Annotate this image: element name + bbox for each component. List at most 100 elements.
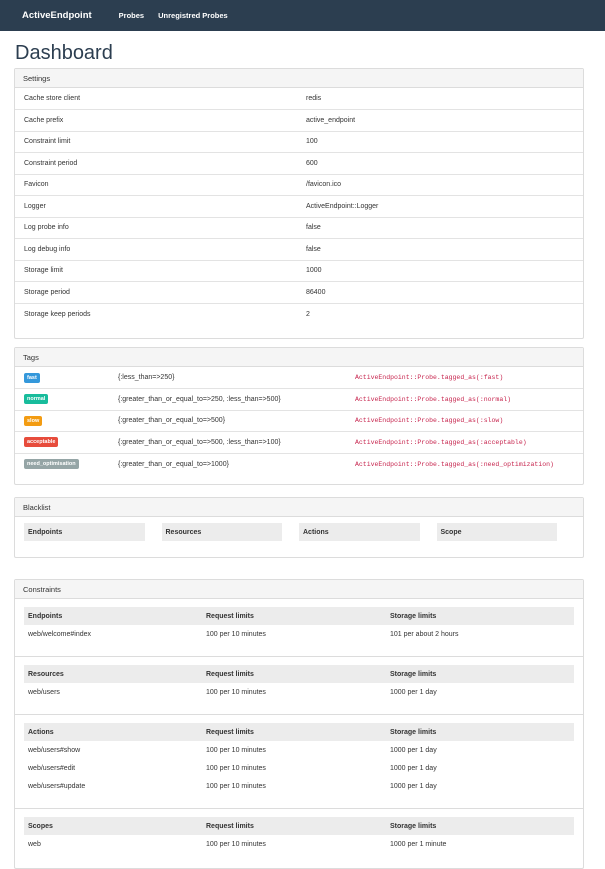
constraint-column-header: Storage limits xyxy=(390,822,437,830)
constraint-column-header: Resources xyxy=(28,670,64,678)
navbar: ActiveEndpoint Probes Unregistred Probes xyxy=(0,0,605,31)
blacklist-panel: Blacklist Endpoints Resources Actions Scope xyxy=(14,497,584,558)
constraint-table-header: Actions Request limits Storage limits xyxy=(24,723,574,741)
setting-value: 100 xyxy=(306,130,583,153)
tag-code: ActiveEndpoint::Probe.tagged_as(:fast) xyxy=(355,374,504,381)
settings-row: Storage period 86400 xyxy=(15,281,583,303)
setting-key: Cache prefix xyxy=(15,109,306,131)
constraint-row: web/users 100 per 10 minutes 1000 per 1 da… xyxy=(24,683,574,701)
settings-table: Cache store client redis Cache prefix activ… xyxy=(15,88,583,325)
tag-label-cell: fast xyxy=(15,367,118,389)
constraint-row: web/users#update 100 per 10 minutes 1000 p… xyxy=(24,777,574,795)
tag-condition: {:greater_than_or_equal_to=>500} xyxy=(118,409,355,432)
constraint-row: web 100 per 10 minutes 1000 per 1 minute xyxy=(24,835,574,853)
tag-code-cell: ActiveEndpoint::Probe.tagged_as(:fast) xyxy=(355,367,583,389)
setting-key: Storage limit xyxy=(15,259,306,282)
constraint-cell: 101 per about 2 hours xyxy=(390,630,459,638)
constraints-panel: Constraints Endpoints Request limits Stora… xyxy=(14,579,584,869)
constraint-column-header: Endpoints xyxy=(28,612,63,620)
setting-value: /favicon.ico xyxy=(306,173,583,196)
tag-row: normal {:greater_than_or_equal_to=>250, :… xyxy=(15,388,583,410)
tags-panel: Tags fast {:less_than=>250} ActiveEndpoint… xyxy=(14,347,584,485)
constraints-heading: Constraints xyxy=(15,580,583,599)
settings-row: Cache store client redis xyxy=(15,88,583,110)
settings-row: Log debug info false xyxy=(15,238,583,260)
setting-key: Logger xyxy=(15,195,306,217)
setting-key: Storage period xyxy=(15,281,306,303)
constraint-table-header: Endpoints Request limits Storage limits xyxy=(24,607,574,625)
settings-row: Logger ActiveEndpoint::Logger xyxy=(15,195,583,217)
tag-label-badge: acceptable xyxy=(24,437,59,448)
settings-panel: Settings Cache store client redis Cache pr… xyxy=(14,68,584,339)
constraint-column-header: Storage limits xyxy=(390,670,437,678)
setting-value: 1000 xyxy=(306,259,583,282)
blacklist-table-header: Endpoints Resources Actions Scope xyxy=(15,517,583,541)
nav-link-unregistred-probes[interactable]: Unregistred Probes xyxy=(158,11,228,20)
setting-key: Log probe info xyxy=(15,216,306,239)
nav-link-probes[interactable]: Probes xyxy=(119,11,144,20)
tag-label-cell: slow xyxy=(15,409,118,432)
constraint-cell: 1000 per 1 day xyxy=(390,746,437,754)
tag-row: acceptable {:greater_than_or_equal_to=>50… xyxy=(15,431,583,453)
constraint-cell: web/welcome#index xyxy=(28,630,92,638)
setting-value: false xyxy=(306,238,583,260)
setting-key: Log debug info xyxy=(15,238,306,260)
tag-condition: {:greater_than_or_equal_to=>500, :less_t… xyxy=(118,431,355,453)
brand-link[interactable]: ActiveEndpoint xyxy=(22,10,92,21)
settings-row: Log probe info false xyxy=(15,216,583,239)
setting-value: ActiveEndpoint::Logger xyxy=(306,195,583,217)
tag-code: ActiveEndpoint::Probe.tagged_as(:need_op… xyxy=(355,460,554,468)
tag-condition: {:less_than=>250} xyxy=(118,374,175,381)
constraint-column-header: Request limits xyxy=(206,612,254,620)
settings-row: Constraint period 600 xyxy=(15,152,583,174)
tag-code-cell: ActiveEndpoint::Probe.tagged_as(:accepta… xyxy=(355,431,583,453)
constraint-column-header: Scopes xyxy=(28,822,53,830)
settings-row: Favicon/favicon.ico xyxy=(15,173,583,196)
constraint-cell: 100 per 10 minutes xyxy=(206,782,266,790)
constraint-cell: web/users#edit xyxy=(28,764,76,772)
constraint-cell: 1000 per 1 day xyxy=(390,782,437,790)
constraint-cell: web/users#update xyxy=(28,782,86,790)
tag-row: slow {:greater_than_or_equal_to=>500} Acti… xyxy=(15,409,583,432)
constraint-column-header: Storage limits xyxy=(390,728,437,736)
setting-value: 600 xyxy=(306,152,583,174)
blacklist-column-header: Resources xyxy=(161,523,282,541)
tag-condition: {:greater_than_or_equal_to=>250, :less_t… xyxy=(118,388,355,410)
constraint-group: Endpoints Request limits Storage limits web… xyxy=(15,599,583,657)
setting-value: active_endpoint xyxy=(306,109,583,131)
tag-label-badge: normal xyxy=(24,394,49,405)
constraint-cell: web/users xyxy=(28,688,60,696)
blacklist-column-header: Actions xyxy=(299,523,420,541)
tag-code-cell: ActiveEndpoint::Probe.tagged_as(:need_op… xyxy=(355,452,583,475)
constraint-cell: 100 per 10 minutes xyxy=(206,764,266,772)
tags-table: fast {:less_than=>250}ActiveEndpoint::Pro… xyxy=(15,367,583,475)
setting-key: Cache store client xyxy=(24,95,81,102)
constraint-row: web/users#show 100 per 10 minutes 1000 per… xyxy=(24,741,574,759)
constraint-column-header: Request limits xyxy=(206,670,254,678)
constraint-row: web/users#edit 100 per 10 minutes 1000 per… xyxy=(24,759,574,777)
tag-row: fast {:less_than=>250} ActiveEndpoint::Pro… xyxy=(15,367,583,389)
tag-condition: {:greater_than_or_equal_to=>1000} xyxy=(118,452,355,475)
tag-label-badge: slow xyxy=(24,415,43,426)
constraint-group: Scopes Request limits Storage limits web 100… xyxy=(15,809,583,853)
setting-value: false xyxy=(306,216,583,239)
tag-label-badge: need_optimisation xyxy=(24,459,79,469)
setting-value: 2 xyxy=(306,302,583,325)
constraint-column-header: Request limits xyxy=(206,822,254,830)
constraint-cell: 100 per 10 minutes xyxy=(206,840,266,848)
setting-key: Constraint period xyxy=(15,152,306,174)
tags-heading: Tags xyxy=(15,348,583,367)
setting-value: 86400 xyxy=(306,281,583,303)
blacklist-column-header: Endpoints xyxy=(24,523,145,541)
tag-row: need_optimisation {:greater_than_or_equal… xyxy=(15,452,583,475)
tag-code-cell: ActiveEndpoint::Probe.tagged_as(:slow) xyxy=(355,409,583,432)
tag-label-cell: need_optimisation xyxy=(15,452,118,475)
constraint-column-header: Storage limits xyxy=(390,612,437,620)
tag-code-cell: ActiveEndpoint::Probe.tagged_as(:normal) xyxy=(355,388,583,410)
tag-code: ActiveEndpoint::Probe.tagged_as(:accepta… xyxy=(355,438,527,446)
constraint-group: Actions Request limits Storage limits web/u… xyxy=(15,715,583,809)
constraint-cell: web xyxy=(28,840,41,848)
blacklist-heading: Blacklist xyxy=(15,498,583,517)
setting-key: Favicon xyxy=(15,173,306,196)
setting-value: redis xyxy=(306,95,322,102)
